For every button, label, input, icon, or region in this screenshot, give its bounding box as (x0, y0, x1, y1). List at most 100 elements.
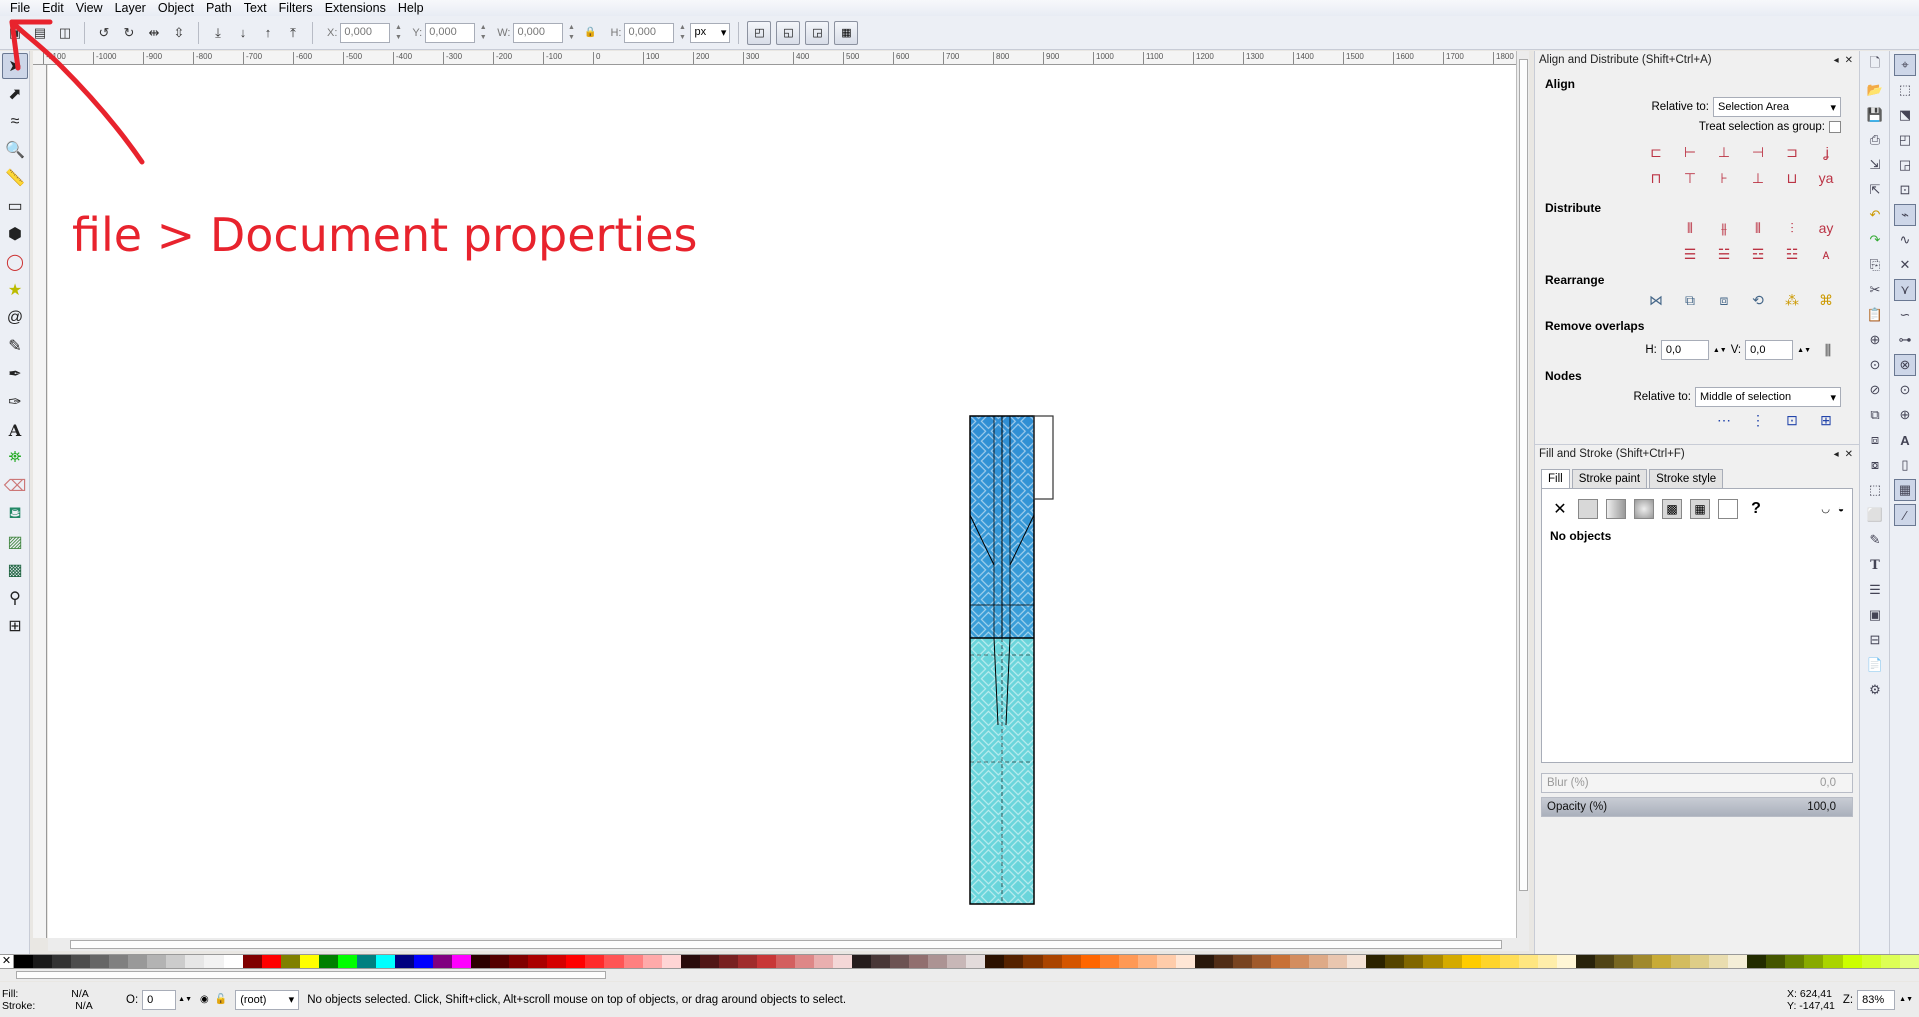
distribute-nodes-h-icon[interactable]: ⊡ (1779, 407, 1805, 433)
tab-fill[interactable]: Fill (1541, 469, 1570, 488)
import-icon[interactable]: ⇲ (1864, 154, 1886, 176)
snap-nodes-icon[interactable]: ⌁ (1894, 204, 1916, 226)
distribute-baseline-h-icon[interactable]: ay (1813, 215, 1839, 241)
color-swatch[interactable] (128, 955, 148, 968)
align-text-baseline-icon[interactable]: ya (1813, 165, 1839, 191)
flat-color-icon[interactable] (1578, 499, 1598, 519)
snap-center-icon[interactable]: ⊙ (1894, 379, 1916, 401)
align-top-icon[interactable]: ⊤ (1677, 165, 1703, 191)
3d-box-tool-icon[interactable]: ⬢ (2, 221, 28, 247)
color-swatch[interactable] (1632, 955, 1653, 968)
paste-icon[interactable]: 📋 (1864, 304, 1886, 326)
no-color-swatch[interactable]: ✕ (0, 955, 14, 968)
color-swatch[interactable] (1594, 955, 1614, 968)
mesh-gradient-icon[interactable]: ▩ (1662, 499, 1682, 519)
color-swatch[interactable] (1804, 955, 1824, 968)
color-swatch[interactable] (318, 955, 338, 968)
color-swatch[interactable] (871, 955, 891, 968)
color-swatch[interactable] (394, 955, 414, 968)
eraser-tool-icon[interactable]: ⌫ (2, 473, 28, 499)
center-horizontal-axis-icon[interactable]: ⊦ (1711, 165, 1737, 191)
scale-stroke-toggle[interactable]: ◰ (747, 20, 772, 45)
color-swatch[interactable] (299, 955, 319, 968)
snap-toggle-icon[interactable]: ⌖ (1894, 54, 1916, 76)
tab-stroke-paint[interactable]: Stroke paint (1571, 469, 1648, 488)
color-swatch[interactable] (1861, 955, 1881, 968)
close-icon[interactable]: ✕ (1845, 449, 1853, 460)
align-bottom-icon[interactable]: ⊥ (1745, 165, 1771, 191)
distribute-nodes-v-icon[interactable]: ⊞ (1813, 407, 1839, 433)
color-swatch[interactable] (718, 955, 738, 968)
color-swatch[interactable] (1613, 955, 1633, 968)
lower-to-bottom-icon[interactable]: ⤓ (207, 22, 229, 44)
layers-icon[interactable]: ☰ (1864, 579, 1886, 601)
zoom-input[interactable]: 83% (1857, 989, 1896, 1010)
raise-icon[interactable]: ↑ (257, 22, 279, 44)
graph-layout-icon[interactable]: ⋈ (1643, 287, 1669, 313)
vertical-scroll-thumb[interactable] (1519, 59, 1528, 891)
color-swatch[interactable] (928, 955, 948, 968)
w-spinner[interactable]: ▲ ▼ (566, 23, 576, 43)
color-swatch[interactable] (1004, 955, 1024, 968)
color-swatch[interactable] (1194, 955, 1214, 968)
export-icon[interactable]: ⇱ (1864, 179, 1886, 201)
color-swatch[interactable] (52, 955, 72, 968)
move-patterns-toggle[interactable]: ▦ (834, 20, 859, 45)
menu-filters[interactable]: Filters (273, 0, 319, 16)
color-swatch[interactable] (1175, 955, 1195, 968)
color-swatch[interactable] (1042, 955, 1062, 968)
color-swatch[interactable] (1842, 955, 1862, 968)
color-swatch[interactable] (1099, 955, 1119, 968)
color-swatch[interactable] (166, 955, 186, 968)
pencil-tool-icon[interactable]: ✎ (2, 333, 28, 359)
color-swatch[interactable] (1156, 955, 1176, 968)
color-swatch[interactable] (337, 955, 357, 968)
color-swatch[interactable] (775, 955, 795, 968)
pattern-icon[interactable]: ▦ (1690, 499, 1710, 519)
vertical-scrollbar[interactable] (1516, 51, 1529, 938)
overlap-h-spinner[interactable]: ▲▼ (1713, 347, 1727, 354)
color-swatch[interactable] (528, 955, 548, 968)
color-swatch[interactable] (1461, 955, 1481, 968)
zoom-page-icon[interactable]: ⊘ (1864, 379, 1886, 401)
color-swatch[interactable] (1080, 955, 1100, 968)
color-swatch[interactable] (242, 955, 262, 968)
color-swatch[interactable] (966, 955, 986, 968)
pen-tool-icon[interactable]: ✒ (2, 361, 28, 387)
color-swatch[interactable] (890, 955, 910, 968)
color-swatch[interactable] (1690, 955, 1710, 968)
color-swatch[interactable] (14, 955, 34, 968)
layer-visibility-icon[interactable]: ◉ (200, 994, 209, 1005)
y-spinner[interactable]: ▲ ▼ (478, 23, 488, 43)
color-swatch[interactable] (1309, 955, 1329, 968)
color-swatch[interactable] (90, 955, 110, 968)
align-nodes-h-icon[interactable]: ⋯ (1711, 407, 1737, 433)
color-swatch[interactable] (1271, 955, 1291, 968)
snap-cusp-icon[interactable]: ⋎ (1894, 279, 1916, 301)
h-input[interactable]: 0,000 (624, 22, 675, 43)
color-swatch[interactable] (566, 955, 586, 968)
snap-others-icon[interactable]: ⊗ (1894, 354, 1916, 376)
x-input[interactable]: 0,000 (340, 22, 391, 43)
color-swatch[interactable] (147, 955, 167, 968)
layer-select[interactable]: (root) ▾ (235, 989, 300, 1010)
color-swatch[interactable] (223, 955, 243, 968)
rectangle-tool-icon[interactable]: ▭ (2, 193, 28, 219)
align-dialog-icon[interactable]: ⊟ (1864, 629, 1886, 651)
snap-paths-icon[interactable]: ∿ (1894, 229, 1916, 251)
connector-tool-icon[interactable]: ⊞ (2, 613, 28, 639)
iconify-icon[interactable]: ◂ (1834, 55, 1839, 66)
preferences-icon[interactable]: ⚙ (1864, 679, 1886, 701)
color-swatch[interactable] (109, 955, 129, 968)
mesh-tool-icon[interactable]: ▩ (2, 557, 28, 583)
snap-bbox-corner-icon[interactable]: ◰ (1894, 129, 1916, 151)
distribute-center-v-icon[interactable]: ☱ (1711, 241, 1737, 267)
color-swatch[interactable] (699, 955, 719, 968)
color-swatch[interactable] (413, 955, 434, 968)
color-swatch[interactable] (1728, 955, 1748, 968)
color-swatch[interactable] (1880, 955, 1900, 968)
align-bottom-to-top-icon[interactable]: ⊓ (1643, 165, 1669, 191)
color-swatch[interactable] (433, 955, 453, 968)
color-swatch[interactable] (1061, 955, 1081, 968)
color-swatch[interactable] (280, 955, 300, 968)
